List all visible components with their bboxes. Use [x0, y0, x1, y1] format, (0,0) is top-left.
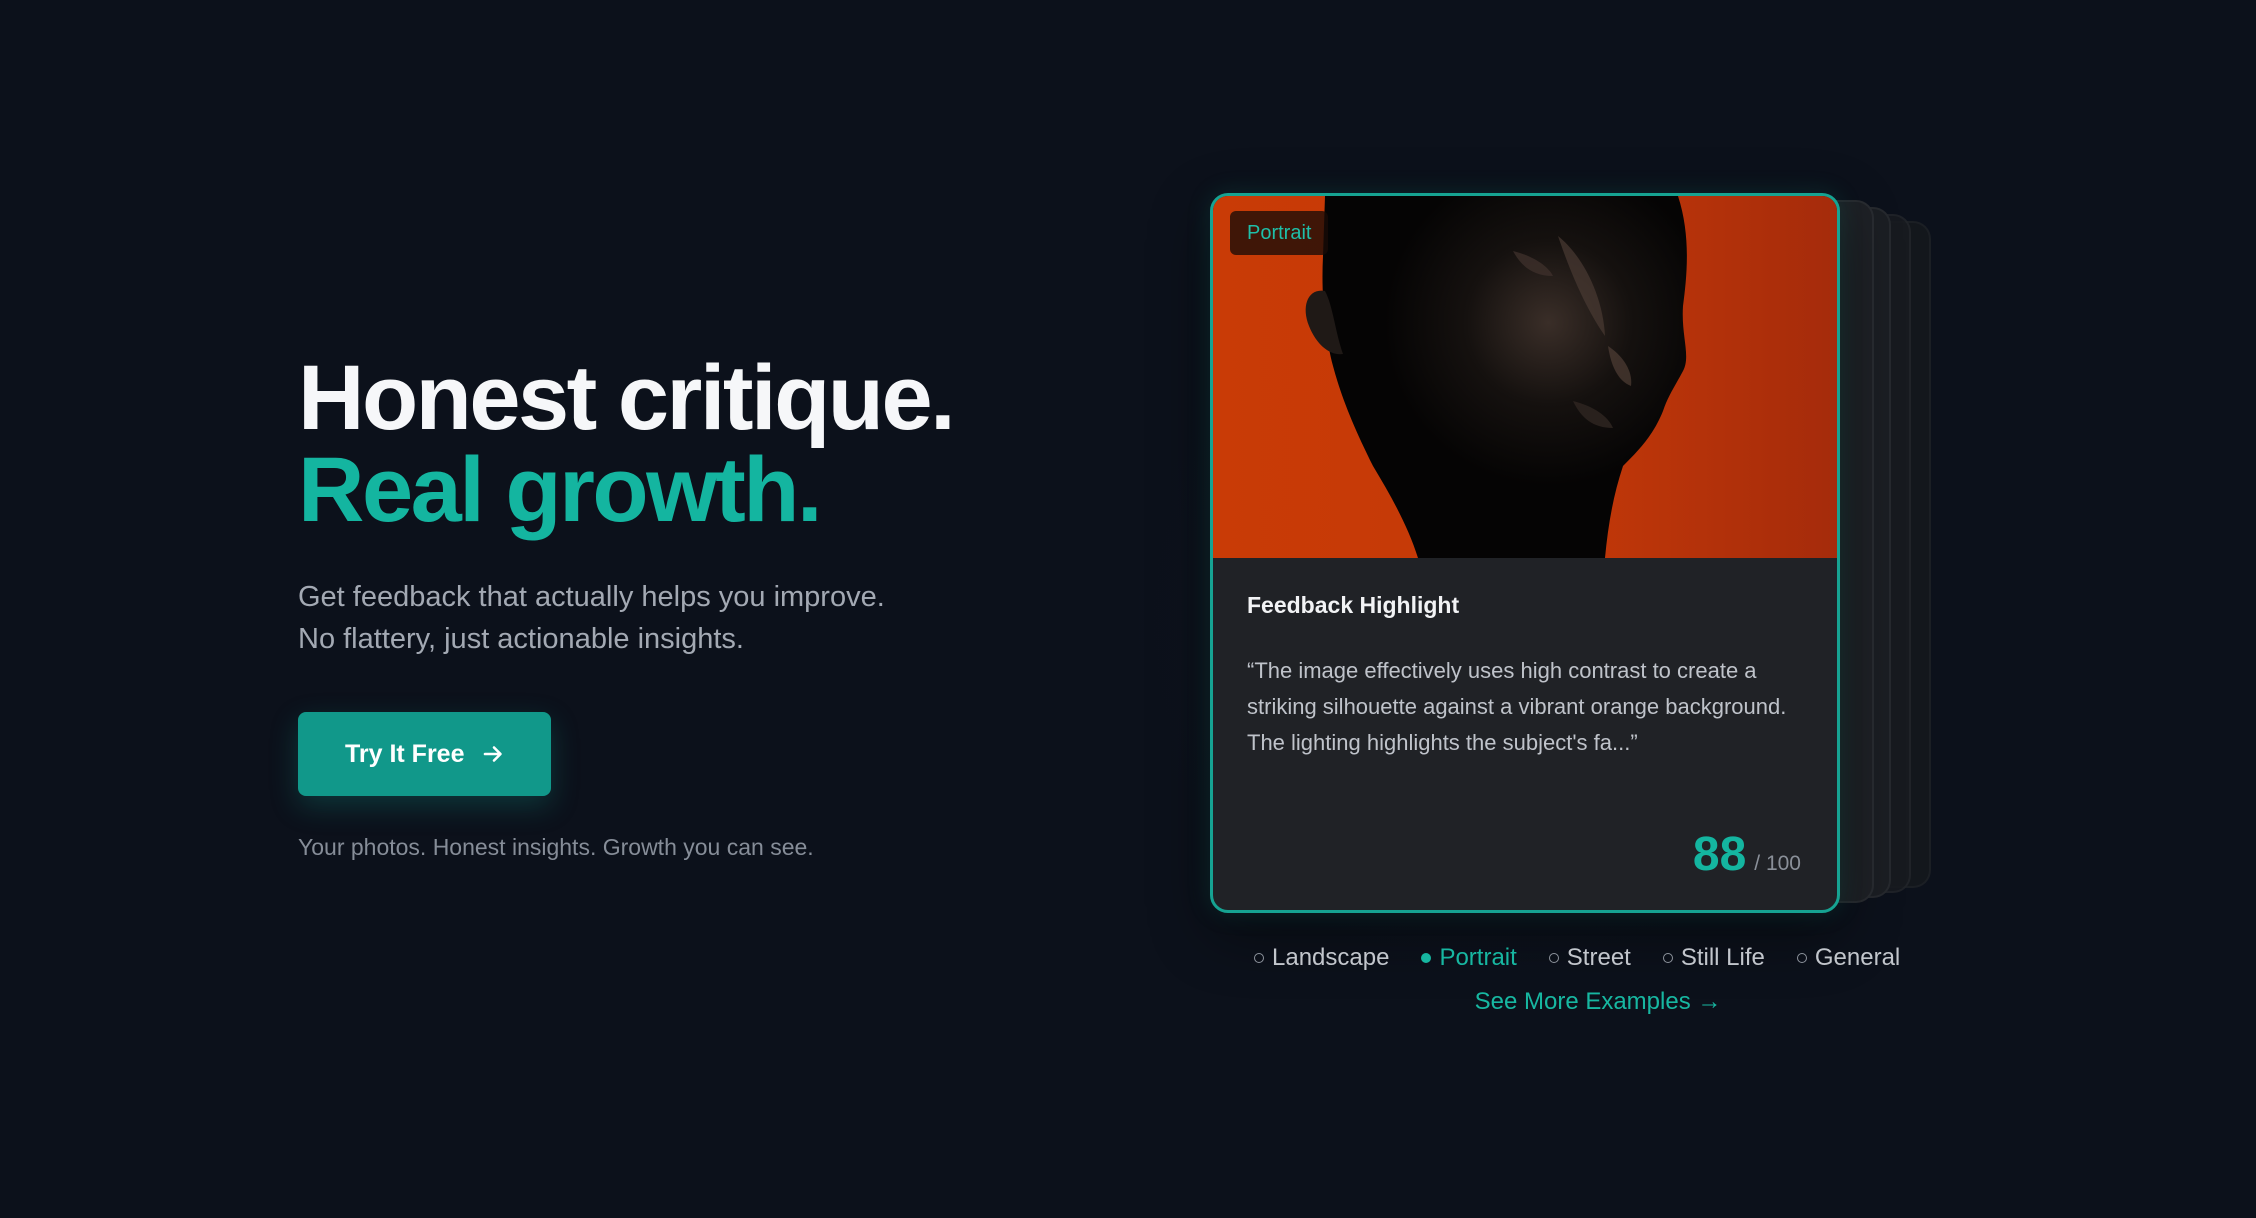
category-tabs: Landscape Portrait Street Still Life Gen…	[1254, 944, 1900, 972]
try-it-free-button[interactable]: Try It Free	[298, 712, 551, 796]
card-title: Feedback Highlight	[1247, 592, 1460, 618]
radio-dot-icon	[1421, 953, 1432, 963]
arrow-right-icon	[483, 746, 502, 762]
subtitle-line-1: Get feedback that actually helps you imp…	[298, 581, 885, 613]
tab-label: Street	[1566, 944, 1631, 971]
radio-dot-icon	[1548, 953, 1559, 963]
category-badge: Portrait	[1230, 211, 1329, 255]
radio-dot-icon	[1796, 953, 1807, 963]
tab-general[interactable]: General	[1796, 944, 1901, 972]
tab-label: Still Life	[1680, 944, 1765, 971]
tab-label: Portrait	[1439, 944, 1517, 971]
radio-dot-icon	[1662, 953, 1673, 963]
hero-tagline: Your photos. Honest insights. Growth you…	[298, 834, 814, 860]
cta-label: Try It Free	[345, 739, 465, 768]
portrait-photo: Portrait	[1213, 196, 1837, 558]
tab-street[interactable]: Street	[1548, 944, 1631, 972]
see-more-examples-link[interactable]: See More Examples →	[1210, 988, 1986, 1016]
score: 88 / 100	[1693, 827, 1801, 882]
feedback-quote: “The image effectively uses high contras…	[1247, 658, 1787, 755]
tab-still-life[interactable]: Still Life	[1662, 944, 1765, 972]
feedback-card[interactable]: Portrait Feedback Highlight “The image e…	[1210, 193, 1840, 913]
tab-label: General	[1814, 944, 1901, 971]
radio-dot-icon	[1254, 953, 1264, 963]
hero-subtitle: Get feedback that actually helps you imp…	[298, 576, 1058, 660]
subtitle-line-2: No flattery, just actionable insights.	[298, 623, 744, 655]
feedback-card-stack: Portrait Feedback Highlight “The image e…	[1210, 193, 1970, 913]
see-more-label: See More Examples →	[1474, 988, 1722, 1015]
tab-label: Landscape	[1272, 944, 1390, 971]
headline-line-1: Honest critique.	[298, 347, 956, 449]
card-body: Feedback Highlight “The image effectivel…	[1213, 558, 1837, 761]
hero-headline: Honest critique. Real growth.	[298, 352, 1058, 536]
score-value: 88	[1692, 828, 1747, 881]
score-max: / 100	[1754, 852, 1801, 875]
tab-landscape[interactable]: Landscape	[1254, 944, 1389, 972]
hero-section: Honest critique. Real growth. Get feedba…	[298, 352, 1058, 861]
tab-portrait[interactable]: Portrait	[1421, 944, 1517, 972]
headline-line-2: Real growth.	[298, 439, 823, 541]
